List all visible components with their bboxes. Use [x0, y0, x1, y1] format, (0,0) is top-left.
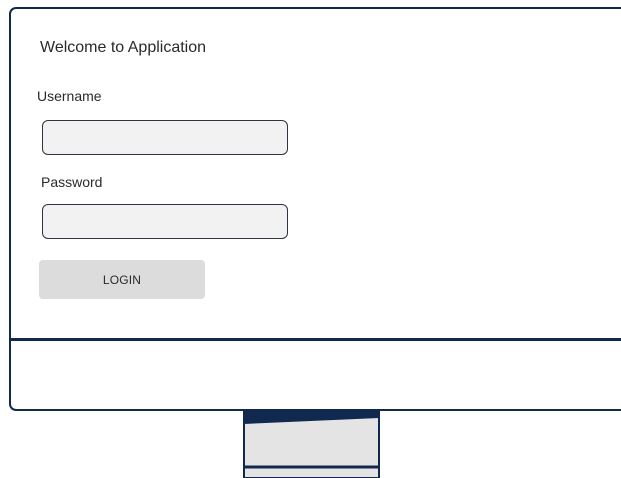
password-label: Password — [41, 174, 103, 190]
page-title: Welcome to Application — [40, 39, 207, 56]
monitor-frame: Welcome to Application Username Password… — [9, 7, 621, 411]
password-input[interactable] — [42, 204, 288, 239]
login-button[interactable]: LOGIN — [39, 260, 205, 299]
monitor-chin — [11, 341, 621, 409]
monitor-stand — [243, 411, 380, 478]
username-input[interactable] — [42, 120, 288, 155]
username-label: Username — [37, 88, 102, 104]
login-screen: Welcome to Application Username Password… — [11, 9, 621, 339]
